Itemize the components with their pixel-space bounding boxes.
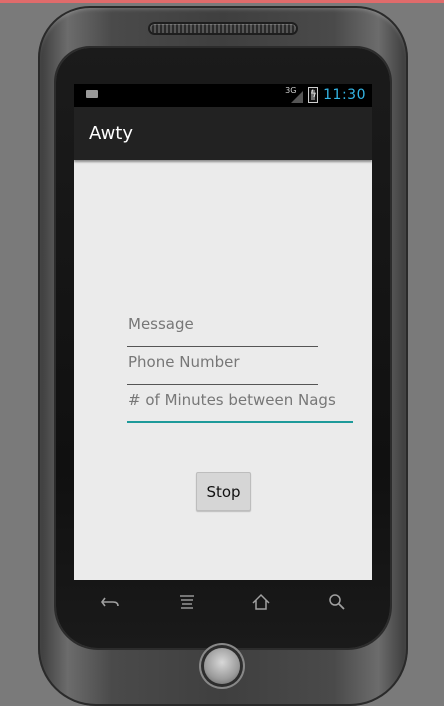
speaker-grille (150, 24, 296, 33)
menu-icon[interactable] (175, 590, 199, 614)
status-bar: 3G ϟ 11:30 (74, 84, 372, 107)
top-edge-strip (0, 0, 444, 3)
signal-icon: 3G (285, 86, 304, 103)
app-title: Awty (89, 123, 134, 144)
stop-button[interactable]: Stop (196, 472, 251, 511)
device-screen: 3G ϟ 11:30 Awty Message Phone Number # o… (74, 84, 372, 580)
home-icon[interactable] (249, 590, 273, 614)
battery-charging-icon: ϟ (308, 87, 319, 103)
phone-frame: 3G ϟ 11:30 Awty Message Phone Number # o… (38, 6, 408, 706)
search-icon[interactable] (325, 590, 349, 614)
message-field-underline (127, 346, 318, 347)
phone-number-field-underline (127, 384, 318, 385)
minutes-field-underline (127, 421, 353, 423)
hardware-home-button[interactable] (204, 648, 240, 684)
back-icon[interactable] (99, 590, 123, 614)
message-placeholder: Message (128, 315, 194, 333)
minutes-placeholder: # of Minutes between Nags (128, 391, 336, 409)
navigation-bar (74, 580, 372, 624)
keyboard-icon (86, 90, 98, 98)
action-bar: Awty (74, 107, 372, 160)
phone-number-placeholder: Phone Number (128, 353, 240, 371)
status-icons: 3G ϟ 11:30 (285, 86, 366, 103)
status-clock: 11:30 (323, 87, 366, 103)
